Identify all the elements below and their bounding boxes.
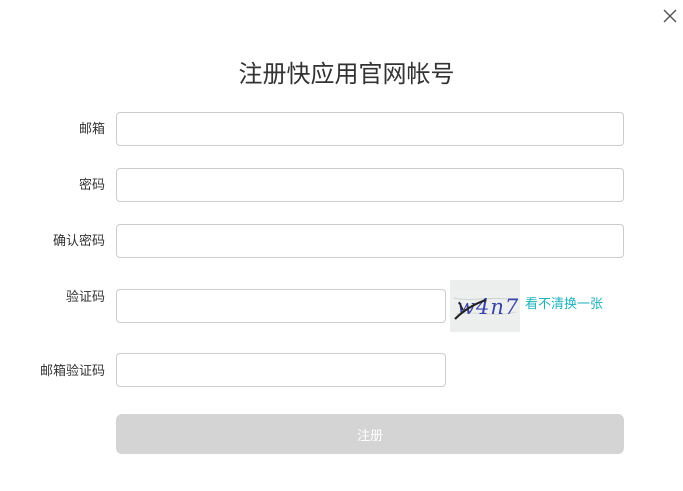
confirm-password-field[interactable] <box>116 224 624 258</box>
email-code-label: 邮箱验证码 <box>39 364 105 379</box>
password-label: 密码 <box>78 178 105 193</box>
close-icon <box>663 9 677 23</box>
captcha-image[interactable]: w4n7 <box>450 280 520 332</box>
close-button[interactable] <box>661 7 679 25</box>
captcha-refresh-link[interactable]: 看不清换一张 <box>525 296 603 314</box>
email-label: 邮箱 <box>78 122 105 137</box>
email-code-field[interactable] <box>116 353 446 387</box>
captcha-field[interactable] <box>116 289 446 323</box>
captcha-label: 验证码 <box>65 290 105 305</box>
password-field[interactable] <box>116 168 624 202</box>
register-button[interactable]: 注册 <box>116 414 624 454</box>
email-field[interactable] <box>116 112 624 146</box>
register-dialog: 注册快应用官网帐号 邮箱 密码 确认密码 验证码 w4n7 看不清换一张 邮箱验… <box>0 0 683 491</box>
captcha-text: w4n7 <box>457 295 519 319</box>
confirm-password-label: 确认密码 <box>52 234 105 249</box>
dialog-title: 注册快应用官网帐号 <box>238 60 455 88</box>
